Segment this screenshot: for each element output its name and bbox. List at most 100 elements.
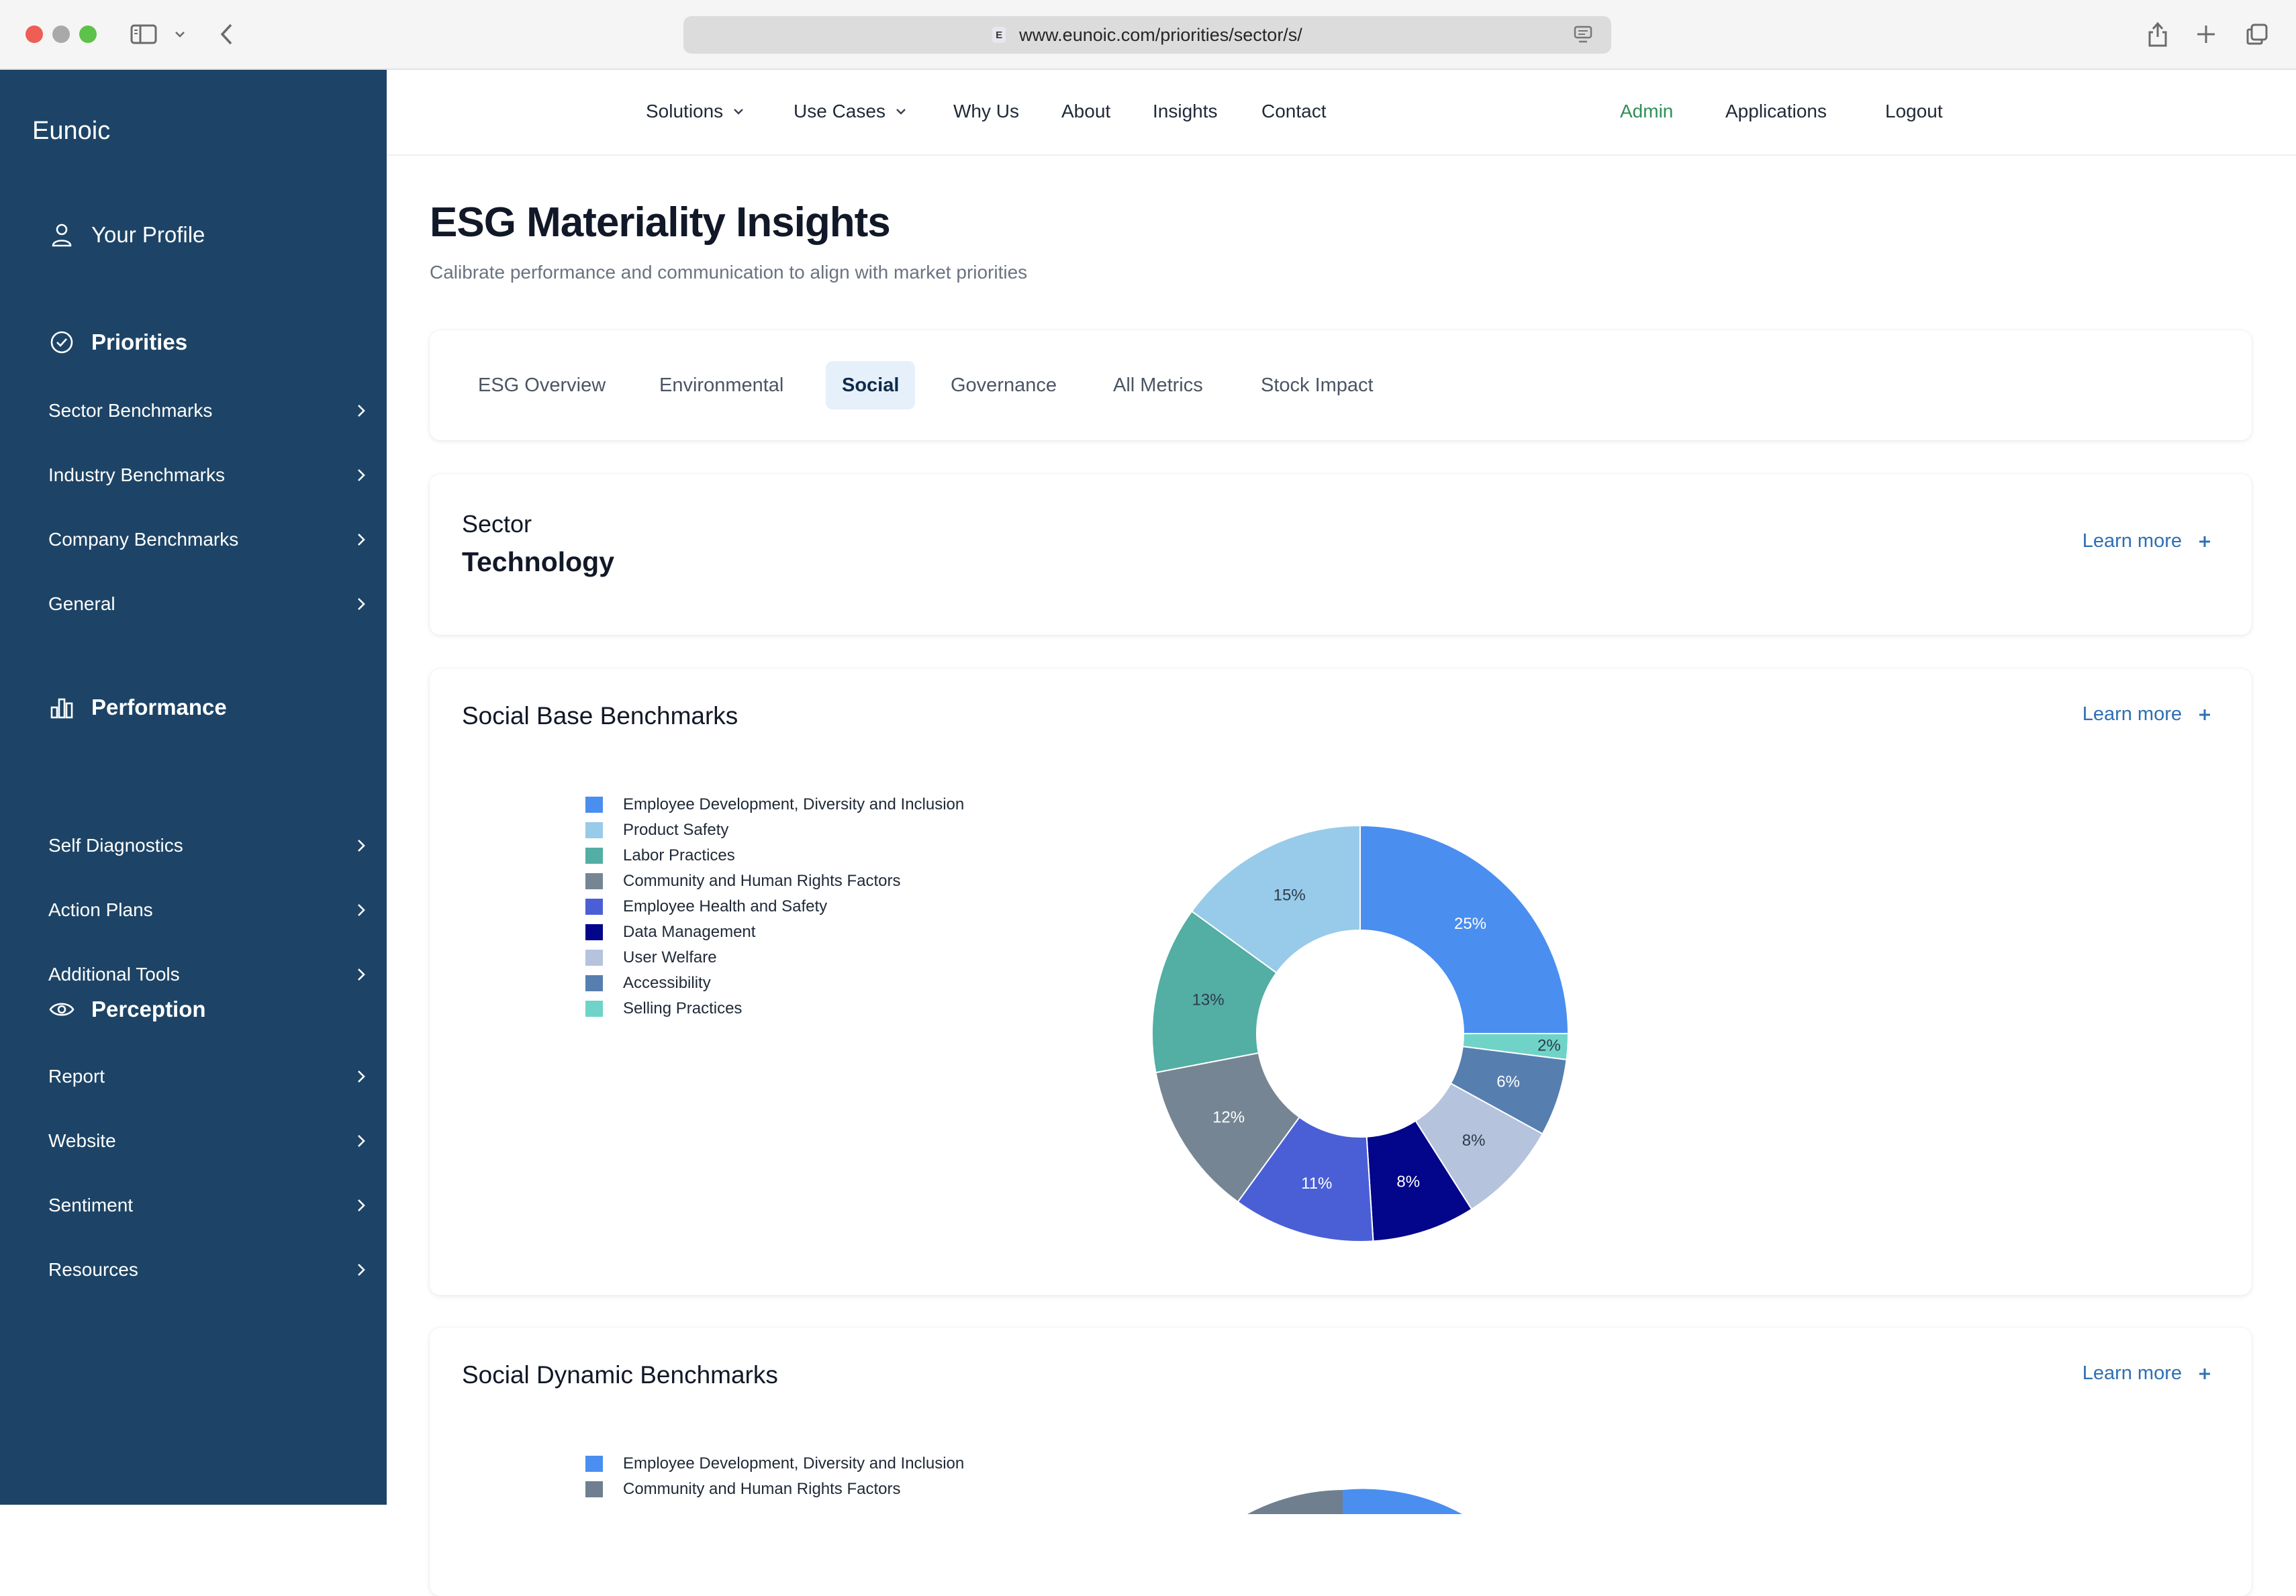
legend-label: Community and Human Rights Factors [623,1480,901,1498]
legend-swatch [585,950,603,966]
chevron-right-icon [352,1260,371,1279]
legend-item[interactable]: Accessibility [585,970,964,996]
donut-slice-label: 12% [1212,1108,1245,1126]
close-window-button[interactable] [26,26,43,43]
legend-label: Employee Health and Safety [623,897,828,915]
dynamic-donut-chart-partial [1247,1489,1462,1514]
nav-logout[interactable]: Logout [1885,101,1943,122]
legend-item[interactable]: Data Management [585,919,964,945]
legend-item[interactable]: Community and Human Rights Factors [585,868,964,894]
bar-chart-icon [48,694,75,721]
tab-stock-impact[interactable]: Stock Impact [1245,361,1390,409]
zoom-window-button[interactable] [79,26,97,43]
nav-about[interactable]: About [1061,101,1110,122]
sidebar-toggle-icon[interactable] [129,19,158,50]
tab-esg-overview[interactable]: ESG Overview [462,361,622,409]
url-text: www.eunoic.com/priorities/sector/s/ [1019,24,1302,45]
plus-icon [2197,1366,2213,1382]
chevron-down-icon[interactable] [172,19,188,50]
nav-solutions[interactable]: Solutions [646,101,747,122]
sector-value: Technology [462,546,615,577]
brand-logo[interactable]: Eunoic [32,117,110,146]
legend-swatch [585,899,603,915]
nav-why-us[interactable]: Why Us [953,101,1019,122]
reader-icon[interactable] [1574,26,1594,48]
legend-item[interactable]: Employee Development, Diversity and Incl… [585,792,964,817]
tab-governance[interactable]: Governance [935,361,1073,409]
sidebar-item-sentiment[interactable]: Sentiment [48,1185,371,1226]
legend-item[interactable]: Community and Human Rights Factors [585,1477,964,1502]
favicon-icon: E [992,27,1006,43]
sidebar-item-report[interactable]: Report [48,1056,371,1097]
eye-icon [48,996,75,1023]
page-title: ESG Materiality Insights [430,199,891,246]
nav-applications[interactable]: Applications [1725,101,1827,122]
legend-swatch [585,1001,603,1017]
sector-learn-more-button[interactable]: Learn more [2083,530,2213,552]
plus-icon [2197,707,2213,723]
sidebar-item-sector-benchmarks[interactable]: Sector Benchmarks [48,391,371,431]
legend-item[interactable]: Product Safety [585,817,964,843]
tab-bar: ESG Overview Environmental Social Govern… [430,330,2252,440]
dynamic-learn-more-button[interactable]: Learn more [2083,1362,2213,1385]
sidebar-item-additional-tools[interactable]: Additional Tools [48,954,371,995]
address-bar[interactable]: E www.eunoic.com/priorities/sector/s/ [683,16,1611,54]
legend-swatch [585,975,603,991]
sidebar-item-general[interactable]: General [48,584,371,624]
sidebar-item-self-diagnostics[interactable]: Self Diagnostics [48,826,371,866]
sidebar-item-resources[interactable]: Resources [48,1250,371,1290]
sidebar-item-label: Sentiment [48,1195,134,1215]
legend-item[interactable]: Labor Practices [585,843,964,868]
chevron-right-icon [352,466,371,485]
legend-item[interactable]: Employee Health and Safety [585,894,964,919]
donut-slice-label: 15% [1274,886,1306,904]
sidebar-section-perception[interactable]: Perception [48,996,206,1023]
tab-all-metrics[interactable]: All Metrics [1097,361,1219,409]
social-base-benchmarks-title: Social Base Benchmarks [462,702,738,730]
sidebar-section-performance[interactable]: Performance [48,694,227,721]
share-icon[interactable] [2146,19,2170,50]
tab-social[interactable]: Social [826,361,916,409]
sidebar-item-label: Sector Benchmarks [48,400,213,421]
sidebar-item-label: Action Plans [48,899,153,920]
learn-more-label: Learn more [2082,1362,2182,1384]
sidebar-item-company-benchmarks[interactable]: Company Benchmarks [48,519,371,560]
donut-slice-label: 8% [1462,1132,1486,1150]
base-learn-more-button[interactable]: Learn more [2083,703,2213,726]
nav-contact[interactable]: Contact [1261,101,1327,122]
social-base-benchmarks-card: Social Base Benchmarks Learn more Employ… [430,668,2252,1295]
sidebar-section-priorities-label: Priorities [91,330,188,354]
legend-swatch [585,1456,603,1472]
chevron-right-icon [352,965,371,984]
donut-slice-label: 2% [1537,1037,1561,1055]
chevron-down-icon [895,104,910,119]
legend-item[interactable]: User Welfare [585,945,964,970]
minimize-window-button[interactable] [52,26,70,43]
chart-legend: Employee Development, Diversity and Incl… [585,792,964,1021]
nav-insights[interactable]: Insights [1153,101,1218,122]
back-icon[interactable] [216,19,236,50]
top-navigation: Solutions Use Cases Why Us About Insight… [387,70,2296,156]
sector-label: Sector [462,510,532,538]
nav-admin[interactable]: Admin [1620,101,1673,122]
sidebar-item-industry-benchmarks[interactable]: Industry Benchmarks [48,455,371,495]
nav-use-cases[interactable]: Use Cases [794,101,910,122]
legend-label: Community and Human Rights Factors [623,872,901,890]
donut-slice-label: 11% [1301,1175,1332,1193]
sidebar-item-action-plans[interactable]: Action Plans [48,890,371,930]
sidebar-item-website[interactable]: Website [48,1121,371,1161]
tab-overview-icon[interactable] [2245,19,2269,50]
tab-environmental[interactable]: Environmental [643,361,800,409]
sidebar-your-profile[interactable]: Your Profile [48,221,205,248]
new-tab-icon[interactable] [2194,19,2218,50]
user-icon [48,221,75,248]
legend-label: User Welfare [623,948,717,966]
sidebar-item-label: Self Diagnostics [48,835,183,856]
sidebar: Eunoic Your Profile Priorities Sector Be… [0,70,387,1505]
chevron-down-icon [732,104,747,119]
donut-slice-label: 25% [1454,915,1486,933]
sidebar-section-priorities[interactable]: Priorities [48,329,187,356]
legend-item[interactable]: Selling Practices [585,996,964,1021]
legend-item[interactable]: Employee Development, Diversity and Incl… [585,1451,964,1477]
nav-label: Solutions [646,101,724,121]
